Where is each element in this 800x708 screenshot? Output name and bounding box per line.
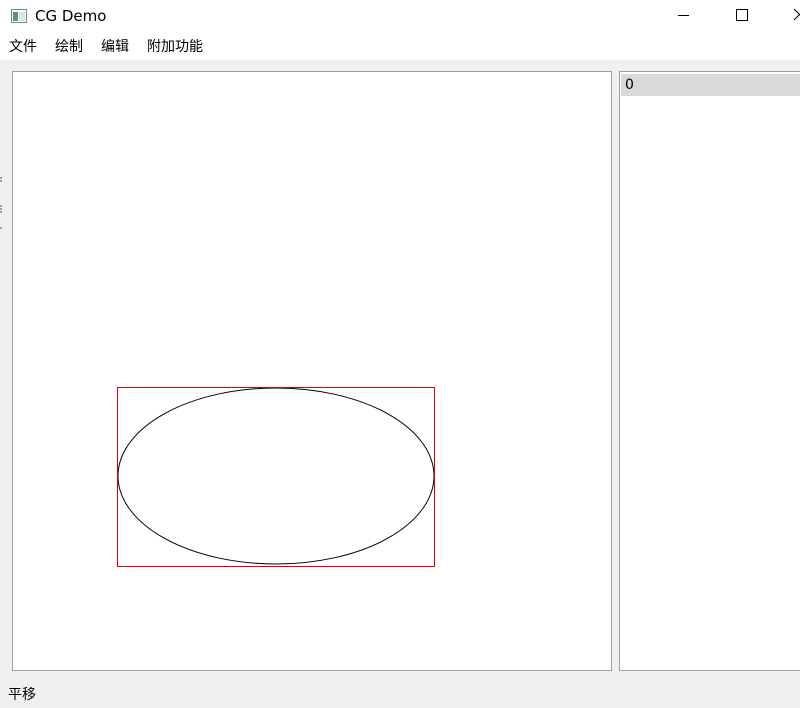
drawing-canvas[interactable] [12, 71, 612, 671]
status-text: 平移 [8, 687, 36, 703]
app-window-icon [11, 8, 27, 23]
ellipse-shape[interactable] [117, 387, 435, 565]
item-list-panel[interactable]: 0 [619, 71, 800, 671]
close-button[interactable] [776, 0, 800, 32]
list-item[interactable]: 0 [621, 74, 800, 96]
selection-box[interactable] [117, 387, 435, 567]
title-bar[interactable]: CG Demo [0, 0, 800, 32]
status-bar: 平移 [0, 682, 800, 708]
menu-extras[interactable]: 附加功能 [147, 38, 203, 56]
menu-bar: 文件 绘制 编辑 附加功能 [0, 32, 800, 60]
list-item-label: 0 [625, 77, 634, 93]
minimize-icon [678, 15, 689, 16]
maximize-icon [736, 9, 748, 21]
minimize-button[interactable] [660, 0, 706, 32]
menu-file[interactable]: 文件 [9, 38, 37, 56]
menu-edit[interactable]: 编辑 [101, 38, 129, 56]
window-title: CG Demo [35, 7, 107, 25]
maximize-button[interactable] [718, 0, 764, 32]
close-icon [793, 8, 800, 21]
menu-draw[interactable]: 绘制 [55, 38, 83, 56]
left-edge-fragment [0, 172, 3, 232]
